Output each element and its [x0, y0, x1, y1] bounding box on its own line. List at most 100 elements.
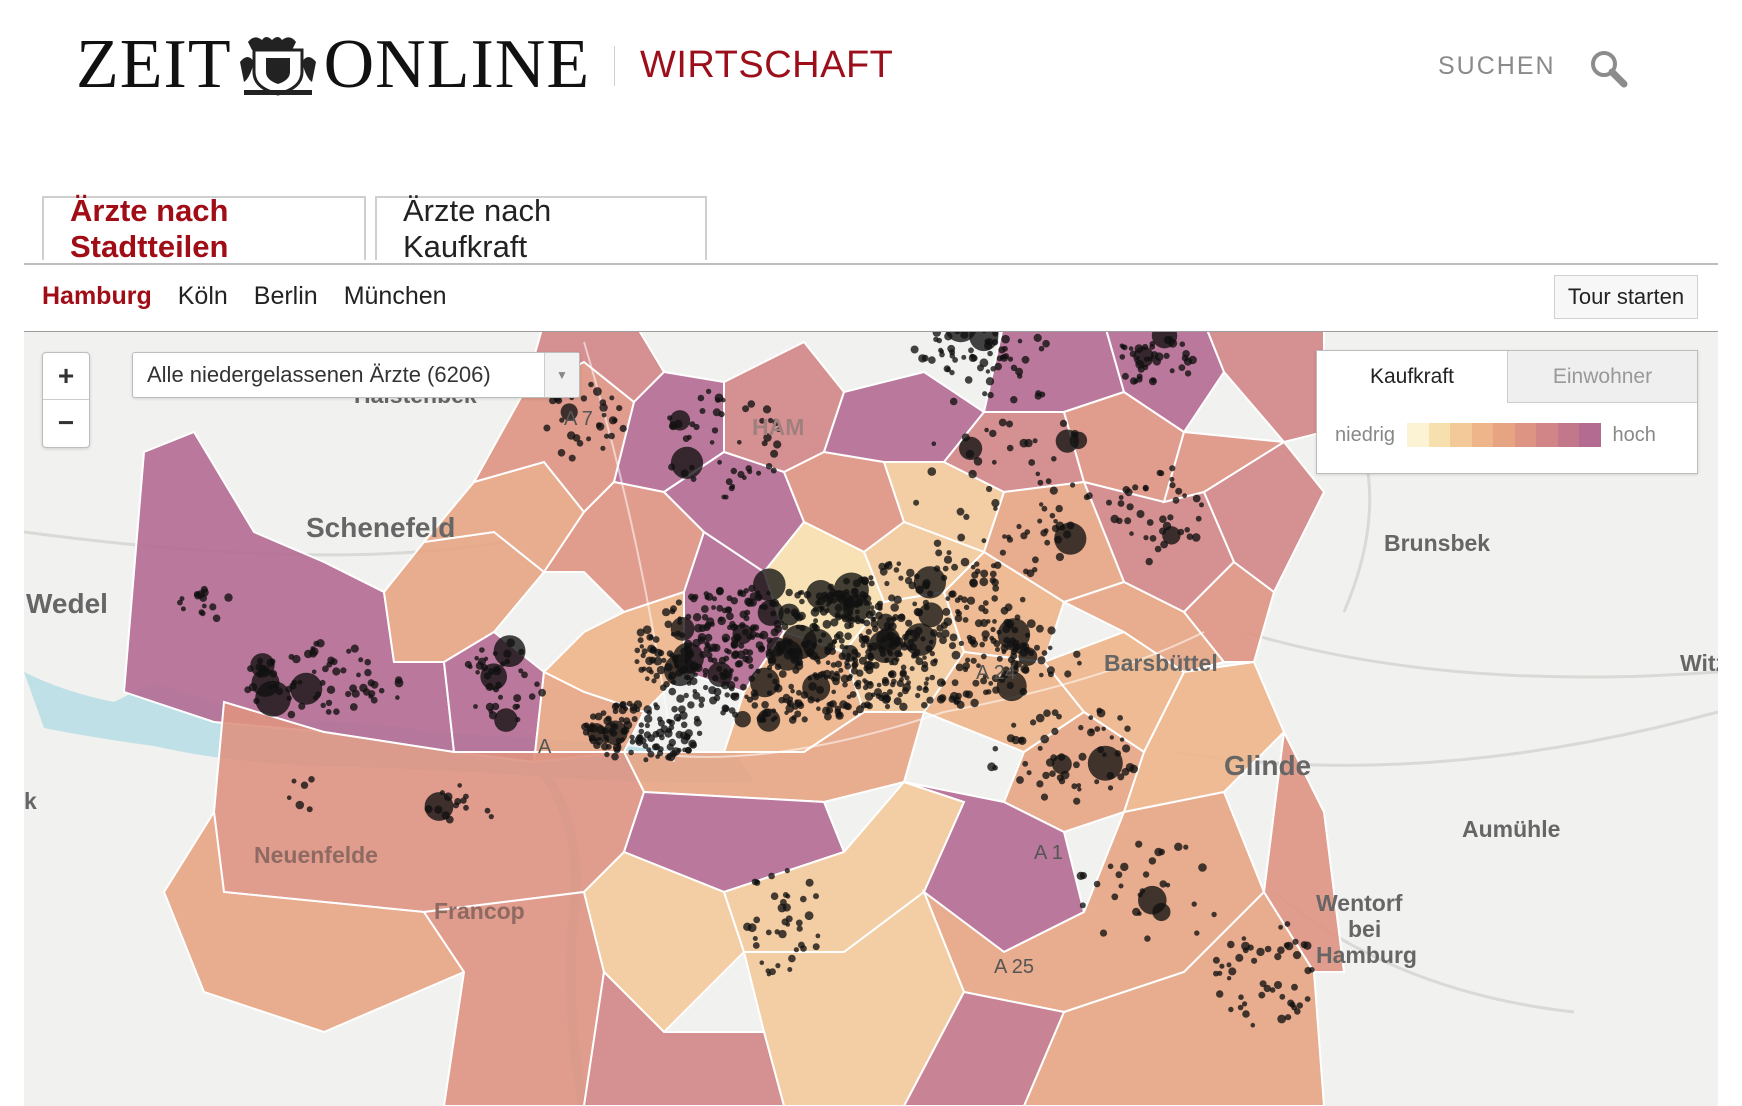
doctor-dot[interactable] — [1051, 456, 1057, 462]
doctor-dot[interactable] — [622, 726, 630, 734]
doctor-dot[interactable] — [834, 589, 844, 599]
doctor-dot[interactable] — [1035, 713, 1045, 723]
doctor-dot[interactable] — [701, 605, 709, 613]
doctor-dot[interactable] — [378, 687, 385, 694]
doctor-dot[interactable] — [1296, 1002, 1304, 1009]
doctor-dot[interactable] — [676, 716, 681, 722]
doctor-dot[interactable] — [1195, 515, 1202, 522]
doctor-dot[interactable] — [1135, 840, 1143, 848]
doctor-dot[interactable] — [319, 679, 326, 686]
doctor-dot[interactable] — [1034, 644, 1040, 651]
doctor-dot[interactable] — [641, 666, 647, 672]
doctor-dot[interactable] — [863, 601, 869, 606]
doctor-dot[interactable] — [599, 403, 608, 412]
doctor-dot[interactable] — [1304, 967, 1312, 975]
doctor-dot[interactable] — [773, 715, 778, 721]
doctor-dot[interactable] — [1300, 941, 1308, 949]
doctor-dot[interactable] — [929, 674, 935, 681]
doctor-dot[interactable] — [898, 575, 904, 581]
doctor-dot[interactable] — [1022, 760, 1029, 767]
doctor-dot[interactable] — [925, 645, 933, 653]
doctor-dot[interactable] — [957, 595, 963, 601]
doctor-dot[interactable] — [734, 660, 742, 668]
doctor-dot[interactable] — [980, 653, 987, 660]
doctor-dot[interactable] — [1036, 624, 1044, 633]
doctor-dot[interactable] — [862, 684, 869, 691]
doctor-dot[interactable] — [659, 734, 665, 741]
doctor-dot[interactable] — [774, 929, 780, 935]
doctor-dot[interactable] — [1049, 770, 1056, 777]
doctor-dot[interactable] — [1237, 1004, 1244, 1011]
doctor-dot[interactable] — [770, 467, 777, 474]
doctor-dot[interactable] — [1169, 482, 1176, 489]
doctor-dot[interactable] — [963, 604, 970, 610]
doctor-dot[interactable] — [1087, 745, 1123, 781]
doctor-dot[interactable] — [667, 719, 673, 725]
doctor-dot[interactable] — [840, 674, 850, 683]
doctor-dot[interactable] — [689, 421, 696, 428]
doctor-dot[interactable] — [495, 681, 502, 689]
doctor-dot[interactable] — [891, 678, 897, 685]
doctor-dot[interactable] — [290, 672, 323, 705]
doctor-dot[interactable] — [812, 943, 820, 951]
doctor-dot[interactable] — [984, 427, 989, 433]
doctor-dot[interactable] — [770, 449, 779, 458]
doctor-dot[interactable] — [889, 671, 894, 677]
doctor-dot[interactable] — [639, 644, 644, 649]
doctor-dot[interactable] — [201, 603, 207, 609]
doctor-dot[interactable] — [846, 694, 852, 700]
doctor-dot[interactable] — [765, 463, 773, 470]
doctor-dot[interactable] — [721, 704, 729, 712]
doctor-dot[interactable] — [1056, 774, 1064, 782]
doctor-dot[interactable] — [995, 647, 1000, 652]
doctor-dot[interactable] — [666, 650, 674, 657]
doctor-dot[interactable] — [708, 686, 717, 695]
doctor-dot[interactable] — [863, 619, 871, 627]
doctor-dot[interactable] — [912, 601, 918, 607]
doctor-dot[interactable] — [528, 693, 536, 700]
doctor-dot[interactable] — [721, 633, 731, 642]
doctor-dot[interactable] — [853, 593, 860, 599]
doctor-dot[interactable] — [949, 397, 958, 406]
doctor-dot[interactable] — [699, 651, 707, 659]
doctor-dot[interactable] — [1172, 496, 1180, 504]
doctor-dot[interactable] — [1106, 499, 1112, 506]
doctor-dot[interactable] — [646, 709, 652, 716]
doctor-dot[interactable] — [300, 781, 309, 789]
doctor-dot[interactable] — [1150, 377, 1157, 384]
doctor-dot[interactable] — [596, 422, 602, 429]
doctor-dot[interactable] — [1088, 715, 1094, 720]
doctor-dot[interactable] — [823, 674, 829, 680]
doctor-dot[interactable] — [180, 606, 186, 612]
doctor-dot[interactable] — [629, 734, 635, 740]
doctor-dot[interactable] — [799, 598, 805, 605]
doctor-dot[interactable] — [831, 598, 837, 604]
doctor-dot[interactable] — [580, 395, 588, 402]
doctor-dot[interactable] — [887, 689, 893, 695]
doctor-dot[interactable] — [1045, 478, 1052, 485]
doctor-dot[interactable] — [424, 792, 454, 821]
doctor-dot[interactable] — [618, 716, 625, 723]
doctor-dot[interactable] — [1198, 863, 1207, 872]
doctor-dot[interactable] — [613, 746, 621, 754]
search-label[interactable]: SUCHEN — [1438, 52, 1556, 81]
doctor-dot[interactable] — [749, 624, 757, 632]
doctor-dot[interactable] — [732, 624, 739, 630]
doctor-dot[interactable] — [1049, 512, 1056, 519]
doctor-dot[interactable] — [200, 610, 206, 617]
doctor-dot[interactable] — [703, 684, 709, 691]
doctor-dot[interactable] — [1051, 727, 1059, 735]
doctor-dot[interactable] — [586, 436, 592, 442]
doctor-dot[interactable] — [291, 679, 298, 686]
doctor-dot[interactable] — [992, 745, 999, 752]
doctor-dot[interactable] — [631, 716, 638, 722]
doctor-dot[interactable] — [1039, 672, 1044, 678]
doctor-dot[interactable] — [878, 694, 885, 702]
doctor-dot[interactable] — [637, 637, 644, 644]
doctor-dot[interactable] — [609, 395, 615, 401]
doctor-dot[interactable] — [610, 729, 618, 737]
doctor-dot[interactable] — [932, 332, 941, 337]
doctor-dot[interactable] — [915, 608, 924, 617]
doctor-dot[interactable] — [1073, 761, 1080, 769]
doctor-dot[interactable] — [513, 694, 522, 703]
